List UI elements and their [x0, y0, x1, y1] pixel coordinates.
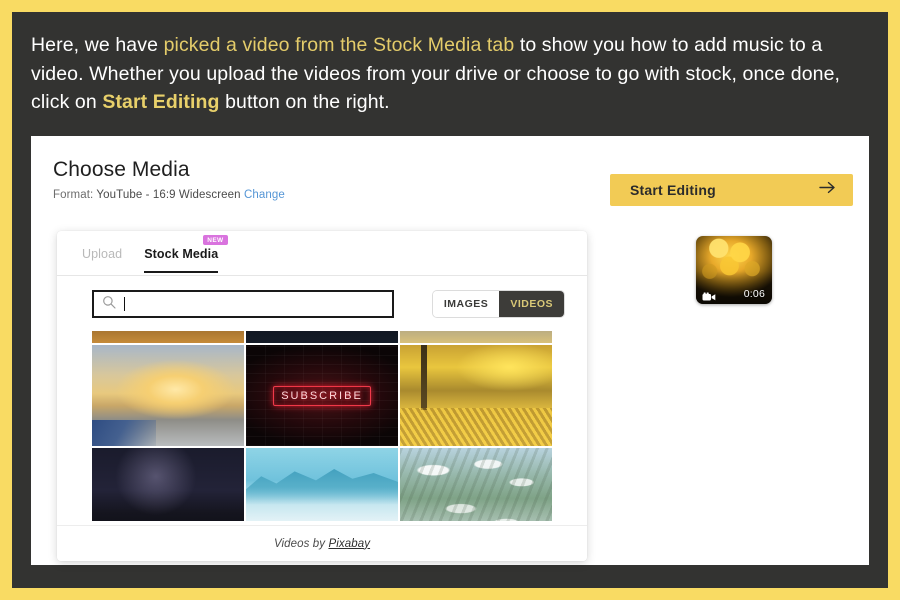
- screenshot-frame: Here, we have picked a video from the St…: [0, 0, 900, 600]
- media-grid-scroll-area[interactable]: SUBSCRIBE: [92, 331, 552, 521]
- attribution-text: Videos by Pixabay: [274, 538, 370, 550]
- toggle-images-label: IMAGES: [443, 298, 489, 310]
- change-format-link[interactable]: Change: [244, 189, 285, 201]
- media-tile-artwork: SUBSCRIBE: [246, 345, 398, 446]
- tab-stock-media[interactable]: Stock Media NEW: [144, 235, 228, 273]
- new-badge: NEW: [203, 235, 228, 245]
- media-tile-artwork: [92, 448, 244, 521]
- media-type-toggle: IMAGES VIDEOS: [432, 291, 564, 317]
- caption-text-3: button on the right.: [219, 91, 390, 113]
- media-grid: SUBSCRIBE: [92, 331, 552, 521]
- media-tile-clipped-1[interactable]: [92, 331, 244, 343]
- media-tile-clipped-3[interactable]: [400, 331, 552, 343]
- media-tile-artwork: [92, 331, 244, 343]
- stock-media-modal: Upload Stock Media NEW IMAGES VIDEOS SUB…: [57, 231, 587, 561]
- media-tile-aerial-landscape[interactable]: [400, 448, 552, 521]
- media-tile-night-sky[interactable]: [92, 448, 244, 521]
- format-label: Format:: [53, 189, 94, 201]
- thumbnail-duration: 0:06: [743, 288, 765, 300]
- search-icon: [102, 295, 116, 314]
- media-tile-artwork: [246, 331, 398, 343]
- tab-upload[interactable]: Upload: [82, 247, 122, 261]
- toggle-images[interactable]: IMAGES: [432, 291, 500, 317]
- media-tile-artwork: [400, 448, 552, 521]
- caption-highlight-stock-media: picked a video from the Stock Media tab: [163, 34, 515, 56]
- subscribe-neon-text: SUBSCRIBE: [273, 385, 371, 406]
- toggle-videos-label: VIDEOS: [510, 298, 553, 310]
- media-tile-foggy-mountains[interactable]: [246, 448, 398, 521]
- caption-highlight-start-editing: Start Editing: [102, 91, 220, 113]
- media-tile-artwork: [246, 448, 398, 521]
- media-tile-clipped-2[interactable]: [246, 331, 398, 343]
- instruction-caption: Here, we have picked a video from the St…: [31, 31, 867, 117]
- selected-media-thumbnail[interactable]: 0:06: [696, 236, 772, 304]
- media-tile-subscribe-neon[interactable]: SUBSCRIBE: [246, 345, 398, 446]
- tab-stock-media-label: Stock Media: [144, 247, 219, 261]
- search-caret: [124, 297, 125, 311]
- modal-footer: Videos by Pixabay: [57, 525, 587, 561]
- format-value: YouTube - 16:9 Widescreen: [96, 189, 241, 201]
- media-tile-artwork: [400, 331, 552, 343]
- media-tile-artwork: [92, 345, 244, 446]
- active-tab-underline: [144, 271, 219, 273]
- pixabay-link[interactable]: Pixabay: [328, 538, 370, 550]
- tab-upload-label: Upload: [82, 247, 123, 261]
- video-camera-icon: [702, 289, 716, 301]
- caption-text-1: Here, we have: [31, 34, 164, 56]
- start-editing-button[interactable]: Start Editing: [610, 174, 853, 206]
- media-tile-artwork: [400, 345, 552, 446]
- format-line: Format: YouTube - 16:9 Widescreen Change: [53, 189, 285, 201]
- choose-media-app-card: Choose Media Format: YouTube - 16:9 Wide…: [31, 136, 869, 565]
- modal-tabs: Upload Stock Media NEW: [57, 231, 587, 276]
- media-tile-ocean-sunset[interactable]: [92, 345, 244, 446]
- search-row: IMAGES VIDEOS: [57, 277, 587, 331]
- page-title: Choose Media: [53, 158, 190, 181]
- arrow-right-icon: [819, 181, 836, 199]
- attribution-prefix: Videos by: [273, 537, 329, 550]
- media-tile-autumn-leaves[interactable]: [400, 345, 552, 446]
- start-editing-label: Start Editing: [630, 182, 716, 198]
- toggle-videos[interactable]: VIDEOS: [499, 291, 564, 317]
- dark-content-panel: Here, we have picked a video from the St…: [12, 12, 888, 588]
- search-input[interactable]: [92, 290, 394, 318]
